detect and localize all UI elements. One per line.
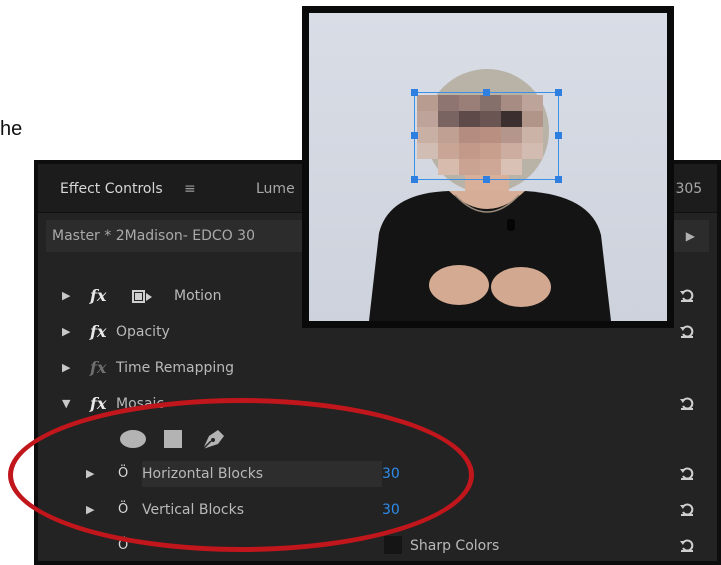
sharp-colors-label: Sharp Colors: [410, 538, 500, 554]
mask-handle[interactable]: [411, 89, 418, 96]
mask-handle[interactable]: [483, 176, 490, 183]
reset-icon[interactable]: [679, 323, 695, 339]
mask-handle[interactable]: [555, 176, 562, 183]
tab-lumetri[interactable]: Lume: [256, 174, 295, 204]
reset-icon[interactable]: [679, 537, 695, 553]
mask-handle[interactable]: [555, 89, 562, 96]
collapse-triangle-icon[interactable]: ▼: [62, 388, 70, 420]
video-preview: [309, 13, 667, 321]
mask-handle[interactable]: [483, 89, 490, 96]
expand-triangle-icon[interactable]: ▶: [62, 352, 70, 384]
mask-outline[interactable]: [414, 92, 559, 180]
effect-label: Motion: [174, 288, 222, 304]
clip-name: Master * 2Madison- EDCO 30: [52, 228, 255, 244]
reset-icon[interactable]: [679, 395, 695, 411]
expand-triangle-icon[interactable]: ▶: [62, 280, 70, 312]
reset-icon[interactable]: [679, 501, 695, 517]
mask-handle[interactable]: [555, 132, 562, 139]
effect-row-time-remapping[interactable]: ▶ fx Time Remapping: [46, 352, 709, 384]
mask-handle[interactable]: [411, 132, 418, 139]
effect-label: Opacity: [116, 324, 170, 340]
video-preview-frame: [302, 6, 674, 328]
fx-icon[interactable]: fx: [90, 352, 106, 384]
stray-text: he: [0, 118, 23, 140]
reset-icon[interactable]: [679, 287, 695, 303]
panel-menu-icon[interactable]: ≡: [184, 174, 196, 204]
tab-effect-controls[interactable]: Effect Controls: [60, 174, 163, 204]
annotation-circle: [8, 398, 474, 552]
sharp-colors-checkbox[interactable]: [384, 536, 402, 554]
mask-handle[interactable]: [411, 176, 418, 183]
motion-transform-icon[interactable]: [132, 290, 154, 304]
reset-icon[interactable]: [679, 465, 695, 481]
effect-label: Time Remapping: [116, 360, 235, 376]
fx-icon[interactable]: fx: [90, 316, 106, 348]
expand-triangle-icon[interactable]: ▶: [62, 316, 70, 348]
fx-icon[interactable]: fx: [90, 280, 106, 312]
clip-arrow-icon[interactable]: ▶: [686, 220, 695, 252]
